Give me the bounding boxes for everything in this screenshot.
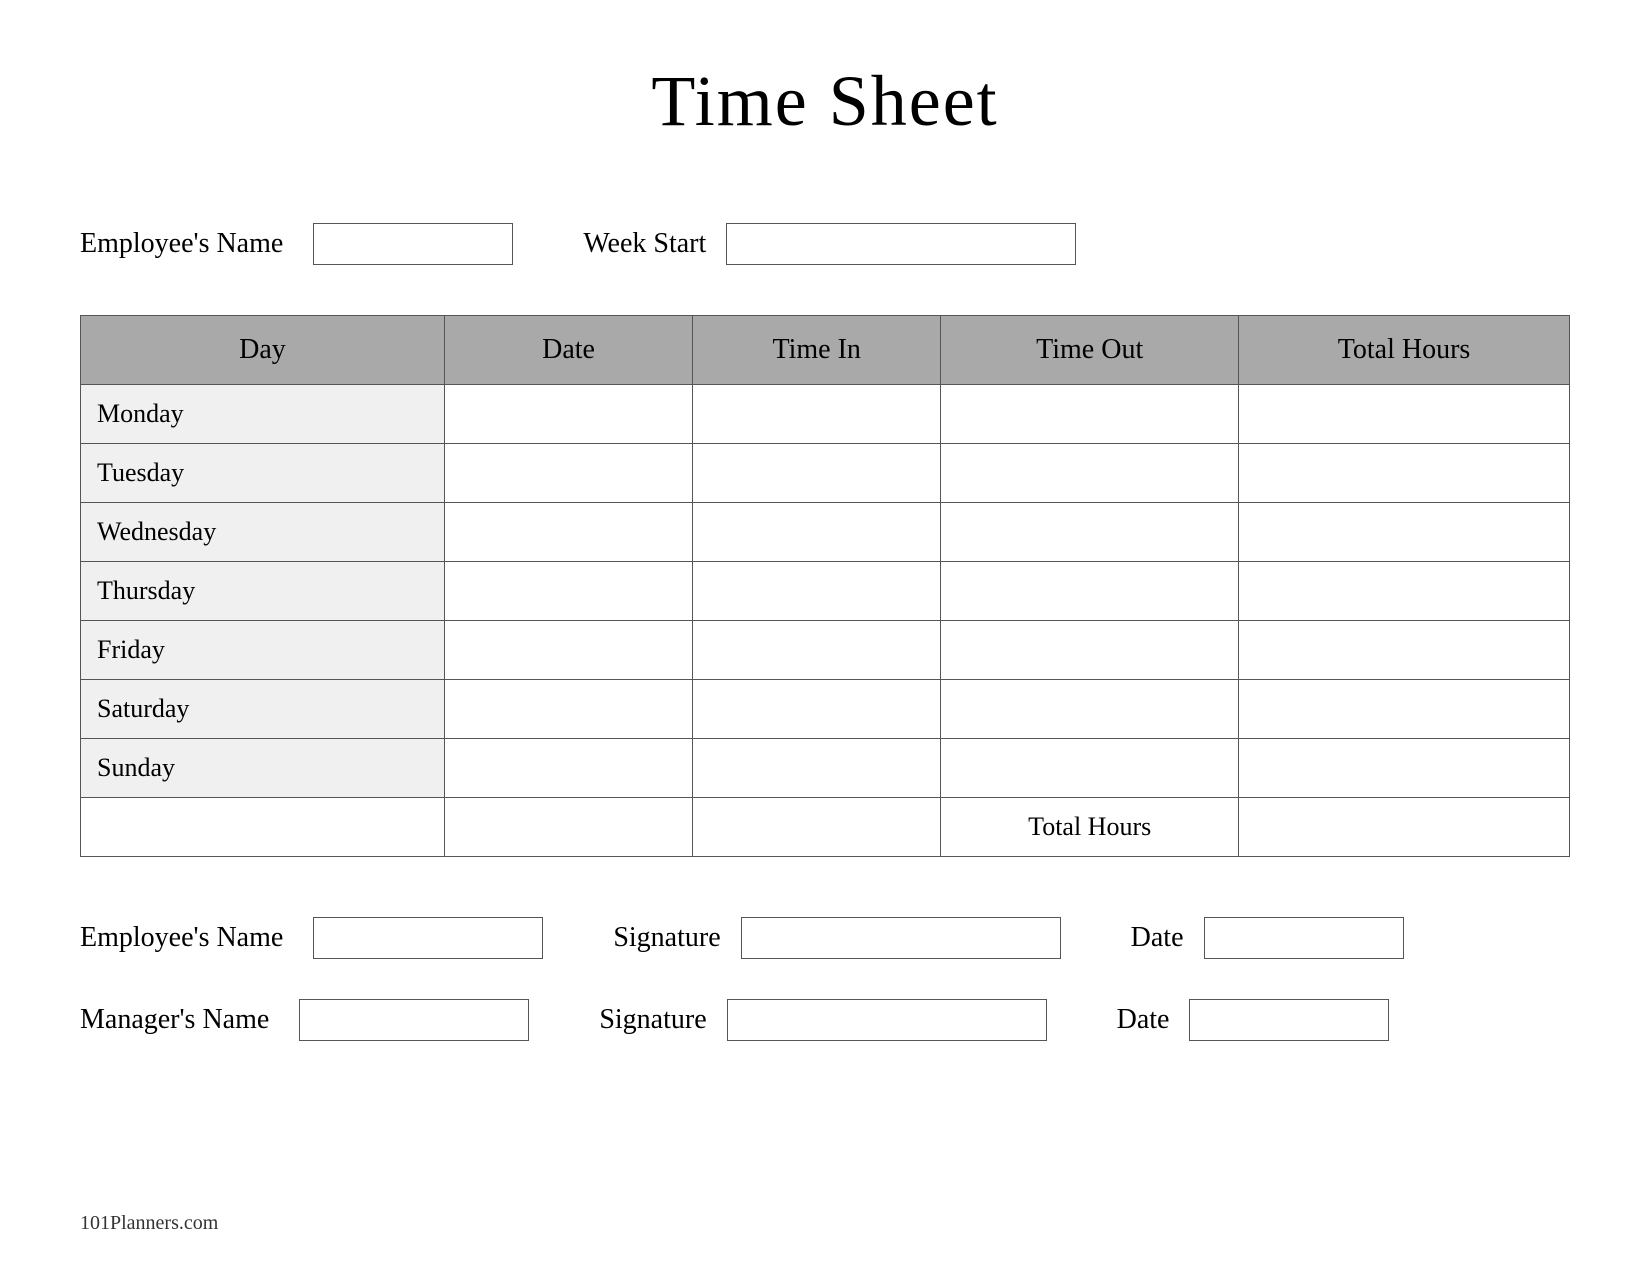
table-row: Tuesday (81, 444, 1570, 503)
timein-cell[interactable] (693, 444, 941, 503)
date-cell[interactable] (444, 680, 692, 739)
timein-cell[interactable] (693, 562, 941, 621)
col-header-date: Date (444, 316, 692, 385)
manager-date-input[interactable] (1189, 999, 1389, 1041)
table-row: Wednesday (81, 503, 1570, 562)
employee-date-group: Date (1131, 917, 1404, 959)
page-title: Time Sheet (80, 60, 1570, 143)
timein-cell[interactable] (693, 385, 941, 444)
week-start-label: Week Start (583, 228, 706, 260)
totalhours-cell[interactable] (1239, 739, 1570, 798)
timein-cell[interactable] (693, 503, 941, 562)
table-row: Saturday (81, 680, 1570, 739)
timeout-cell[interactable] (941, 503, 1239, 562)
employee-signature-label: Signature (613, 922, 720, 954)
employee-date-input[interactable] (1204, 917, 1404, 959)
timeout-cell[interactable] (941, 739, 1239, 798)
total-sum-row: Total Hours (81, 798, 1570, 857)
totalhours-cell[interactable] (1239, 621, 1570, 680)
table-row: Monday (81, 385, 1570, 444)
total-empty-1 (81, 798, 445, 857)
timeout-cell[interactable] (941, 562, 1239, 621)
day-cell: Monday (81, 385, 445, 444)
table-row: Friday (81, 621, 1570, 680)
employee-signature-input[interactable] (741, 917, 1061, 959)
table-row: Thursday (81, 562, 1570, 621)
manager-sig-group: Signature (599, 999, 1046, 1041)
employee-date-label: Date (1131, 922, 1184, 954)
timeout-cell[interactable] (941, 444, 1239, 503)
col-header-timein: Time In (693, 316, 941, 385)
total-empty-3 (693, 798, 941, 857)
date-cell[interactable] (444, 503, 692, 562)
manager-date-group: Date (1117, 999, 1390, 1041)
timeout-cell[interactable] (941, 621, 1239, 680)
day-cell: Thursday (81, 562, 445, 621)
day-cell: Friday (81, 621, 445, 680)
manager-name-label: Manager's Name (80, 1004, 269, 1036)
date-cell[interactable] (444, 444, 692, 503)
timein-cell[interactable] (693, 739, 941, 798)
employee-name-input[interactable] (313, 223, 513, 265)
day-cell: Wednesday (81, 503, 445, 562)
totalhours-cell[interactable] (1239, 444, 1570, 503)
table-row: Sunday (81, 739, 1570, 798)
totalhours-cell[interactable] (1239, 503, 1570, 562)
manager-signature-label: Signature (599, 1004, 706, 1036)
table-header-row: Day Date Time In Time Out Total Hours (81, 316, 1570, 385)
manager-name-input[interactable] (299, 999, 529, 1041)
manager-signature-input[interactable] (727, 999, 1047, 1041)
total-empty-2 (444, 798, 692, 857)
day-cell: Saturday (81, 680, 445, 739)
timein-cell[interactable] (693, 621, 941, 680)
col-header-day: Day (81, 316, 445, 385)
timeout-cell[interactable] (941, 680, 1239, 739)
totalhours-cell[interactable] (1239, 680, 1570, 739)
col-header-totalhours: Total Hours (1239, 316, 1570, 385)
timein-cell[interactable] (693, 680, 941, 739)
timeout-cell[interactable] (941, 385, 1239, 444)
col-header-timeout: Time Out (941, 316, 1239, 385)
day-cell: Sunday (81, 739, 445, 798)
bottom-fields: Employee's Name Signature Date Manager's… (80, 917, 1570, 1041)
date-cell[interactable] (444, 739, 692, 798)
page: Time Sheet Employee's Name Week Start Da… (0, 0, 1650, 1275)
week-start-group: Week Start (583, 223, 1076, 265)
day-cell: Tuesday (81, 444, 445, 503)
employee-sig-group: Signature (613, 917, 1060, 959)
totalhours-cell[interactable] (1239, 385, 1570, 444)
total-hours-label: Total Hours (941, 798, 1239, 857)
manager-signature-row: Manager's Name Signature Date (80, 999, 1570, 1041)
header-fields: Employee's Name Week Start (80, 223, 1570, 265)
date-cell[interactable] (444, 385, 692, 444)
bottom-employee-name-label: Employee's Name (80, 922, 283, 954)
manager-date-label: Date (1117, 1004, 1170, 1036)
date-cell[interactable] (444, 562, 692, 621)
totalhours-cell[interactable] (1239, 562, 1570, 621)
footer: 101Planners.com (80, 1212, 218, 1235)
week-start-input[interactable] (726, 223, 1076, 265)
timesheet-table: Day Date Time In Time Out Total Hours Mo… (80, 315, 1570, 857)
date-cell[interactable] (444, 621, 692, 680)
bottom-employee-name-input[interactable] (313, 917, 543, 959)
employee-name-label: Employee's Name (80, 228, 283, 260)
total-hours-value[interactable] (1239, 798, 1570, 857)
employee-signature-row: Employee's Name Signature Date (80, 917, 1570, 959)
